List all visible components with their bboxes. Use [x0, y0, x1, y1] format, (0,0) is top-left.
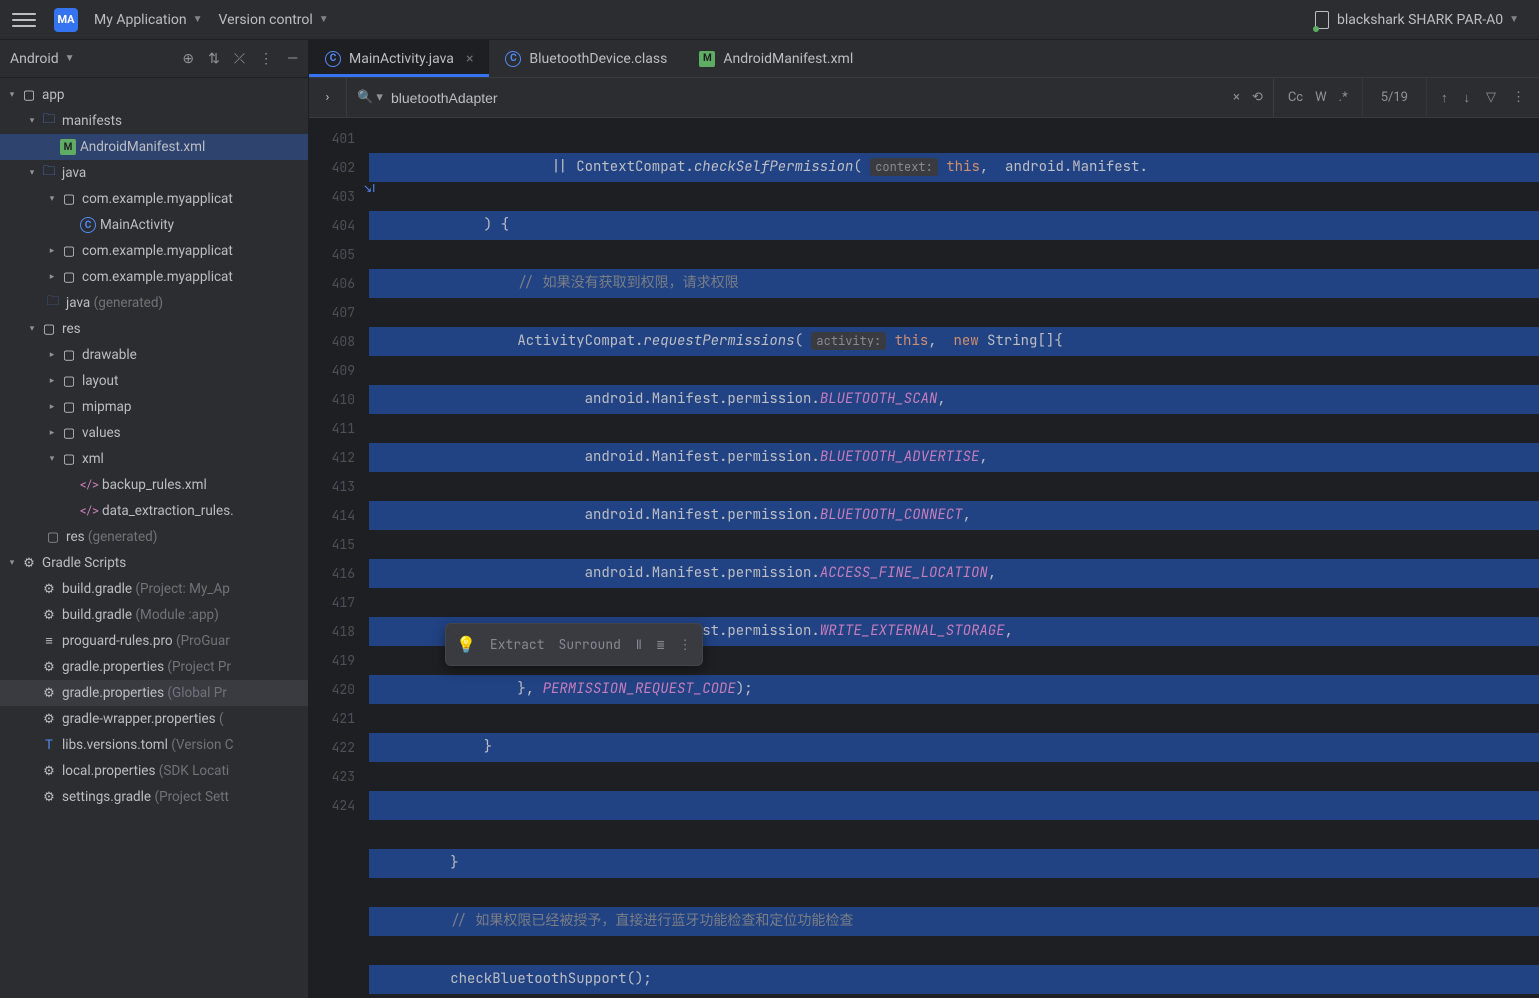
find-input[interactable] [383, 90, 1233, 106]
tree-node-drawable[interactable]: ▸▢drawable [0, 342, 308, 368]
chevron-down-icon: ▼ [1509, 14, 1519, 25]
filter-icon[interactable]: ▽ [1486, 90, 1496, 106]
titlebar: MA My Application ▼ Version control ▼ bl… [0, 0, 1539, 40]
project-sidebar: Android ▼ ⊕ ⇅ ⤫ ⋮ — ▾▢app ▾🗀manifests MA… [0, 40, 309, 998]
tab-label: MainActivity.java [349, 51, 454, 67]
prev-match-icon[interactable]: ↑ [1441, 90, 1448, 106]
device-selector[interactable]: blackshark SHARK PAR-A0 ▼ [1307, 7, 1527, 33]
collapse-icon[interactable]: ⤫ [234, 51, 245, 67]
tree-node-proguard[interactable]: ≡proguard-rules.pro (ProGuar [0, 628, 308, 654]
find-bar: › 🔍 ▾ × ⟲ Cc W .* 5/19 ↑ ↓ ▽ ⋮ [309, 78, 1539, 118]
regex-toggle[interactable]: .* [1339, 90, 1348, 105]
intention-popup: 💡 Extract Surround ∥ ≣ ⋮ [445, 623, 703, 666]
chevron-down-icon: ▼ [319, 14, 329, 25]
tree-node-pkg3[interactable]: ▸▢com.example.myapplicat [0, 264, 308, 290]
expand-icon[interactable]: ⇅ [208, 51, 220, 67]
history-icon[interactable]: ⟲ [1252, 90, 1263, 105]
tree-node-xml[interactable]: ▾▢xml [0, 446, 308, 472]
next-match-icon[interactable]: ↓ [1464, 90, 1471, 106]
tree-node-gradlescripts[interactable]: ▾⚙Gradle Scripts [0, 550, 308, 576]
code-area[interactable]: || ContextCompat.checkSelfPermission( co… [369, 118, 1539, 998]
whole-word-toggle[interactable]: W [1315, 90, 1327, 105]
tree-node-buildgradle2[interactable]: ⚙build.gradle (Module :app) [0, 602, 308, 628]
find-expand-arrow[interactable]: › [309, 78, 347, 117]
tree-node-pkg2[interactable]: ▸▢com.example.myapplicat [0, 238, 308, 264]
tab-label: BluetoothDevice.class [529, 51, 667, 67]
tree-node-manifests[interactable]: ▾🗀manifests [0, 108, 308, 134]
project-name-label: My Application [94, 12, 187, 28]
comment-action[interactable]: ∥ [635, 630, 643, 659]
tab-manifest[interactable]: M AndroidManifest.xml [683, 40, 869, 77]
tree-node-java[interactable]: ▾🗀java [0, 160, 308, 186]
tree-node-settings[interactable]: ⚙settings.gradle (Project Sett [0, 784, 308, 810]
chevron-down-icon: ▼ [65, 53, 75, 64]
tree-node-mipmap[interactable]: ▸▢mipmap [0, 394, 308, 420]
editor-area: C MainActivity.java × C BluetoothDevice.… [309, 40, 1539, 998]
extract-action[interactable]: Extract [490, 630, 545, 659]
view-label: Android [10, 51, 59, 67]
tree-node-backuprules[interactable]: </>backup_rules.xml [0, 472, 308, 498]
locate-icon[interactable]: ⊕ [182, 51, 194, 67]
tab-bluetoothdevice[interactable]: C BluetoothDevice.class [489, 40, 683, 77]
tree-node-gradleprops1[interactable]: ⚙gradle.properties (Project Pr [0, 654, 308, 680]
tree-node-values[interactable]: ▸▢values [0, 420, 308, 446]
tree-node-buildgradle1[interactable]: ⚙build.gradle (Project: My_Ap [0, 576, 308, 602]
reformat-action[interactable]: ≣ [657, 630, 665, 659]
tree-node-localprops[interactable]: ⚙local.properties (SDK Locati [0, 758, 308, 784]
minimize-icon[interactable]: — [287, 51, 298, 67]
tree-node-res[interactable]: ▾▢res [0, 316, 308, 342]
gutter: 4014024034044054064074084094104114124134… [309, 118, 369, 998]
tree-node-app[interactable]: ▾▢app [0, 82, 308, 108]
tree-node-pkg1[interactable]: ▾▢com.example.myapplicat [0, 186, 308, 212]
find-options: Cc W .* [1274, 78, 1363, 117]
tree-node-dataextraction[interactable]: </>data_extraction_rules. [0, 498, 308, 524]
vcs-label: Version control [219, 12, 313, 28]
surround-action[interactable]: Surround [559, 630, 621, 659]
class-icon: C [325, 51, 341, 67]
tree-node-javagen[interactable]: 🗀java (generated) [0, 290, 308, 316]
tab-mainactivity[interactable]: C MainActivity.java × [309, 40, 489, 77]
clear-icon[interactable]: × [1233, 90, 1240, 105]
sidebar-header: Android ▼ ⊕ ⇅ ⤫ ⋮ — [0, 40, 308, 78]
device-label: blackshark SHARK PAR-A0 [1337, 12, 1503, 28]
class-icon: C [505, 51, 521, 67]
editor-tabs: C MainActivity.java × C BluetoothDevice.… [309, 40, 1539, 78]
match-case-toggle[interactable]: Cc [1288, 90, 1303, 105]
view-selector[interactable]: Android ▼ [10, 51, 75, 67]
project-tree: ▾▢app ▾🗀manifests MAndroidManifest.xml ▾… [0, 78, 308, 998]
editor-body[interactable]: 4014024034044054064074084094104114124134… [309, 118, 1539, 998]
tree-node-libs[interactable]: Tlibs.versions.toml (Version C [0, 732, 308, 758]
more-icon[interactable]: ⋮ [259, 51, 273, 67]
device-icon [1315, 11, 1329, 29]
chevron-down-icon: ▼ [193, 14, 203, 25]
more-icon[interactable]: ⋮ [679, 630, 692, 659]
manifest-icon: M [699, 51, 715, 67]
search-icon: 🔍 ▾ [357, 90, 383, 105]
find-count: 5/19 [1363, 78, 1427, 117]
tree-node-layout[interactable]: ▸▢layout [0, 368, 308, 394]
tree-node-gradleprops2[interactable]: ⚙gradle.properties (Global Pr [0, 680, 308, 706]
app-icon: MA [54, 8, 78, 32]
tree-node-mainactivity[interactable]: CMainActivity [0, 212, 308, 238]
vcs-dropdown[interactable]: Version control ▼ [211, 8, 337, 32]
tree-node-resgen[interactable]: ▢res (generated) [0, 524, 308, 550]
tab-label: AndroidManifest.xml [723, 51, 853, 67]
bulb-icon[interactable]: 💡 [456, 630, 476, 659]
more-icon[interactable]: ⋮ [1512, 90, 1525, 106]
project-dropdown[interactable]: My Application ▼ [86, 8, 211, 32]
tree-node-manifest-file[interactable]: MAndroidManifest.xml [0, 134, 308, 160]
close-icon[interactable]: × [466, 51, 473, 67]
main-menu-icon[interactable] [12, 8, 36, 32]
tree-node-wrapper[interactable]: ⚙gradle-wrapper.properties ( [0, 706, 308, 732]
